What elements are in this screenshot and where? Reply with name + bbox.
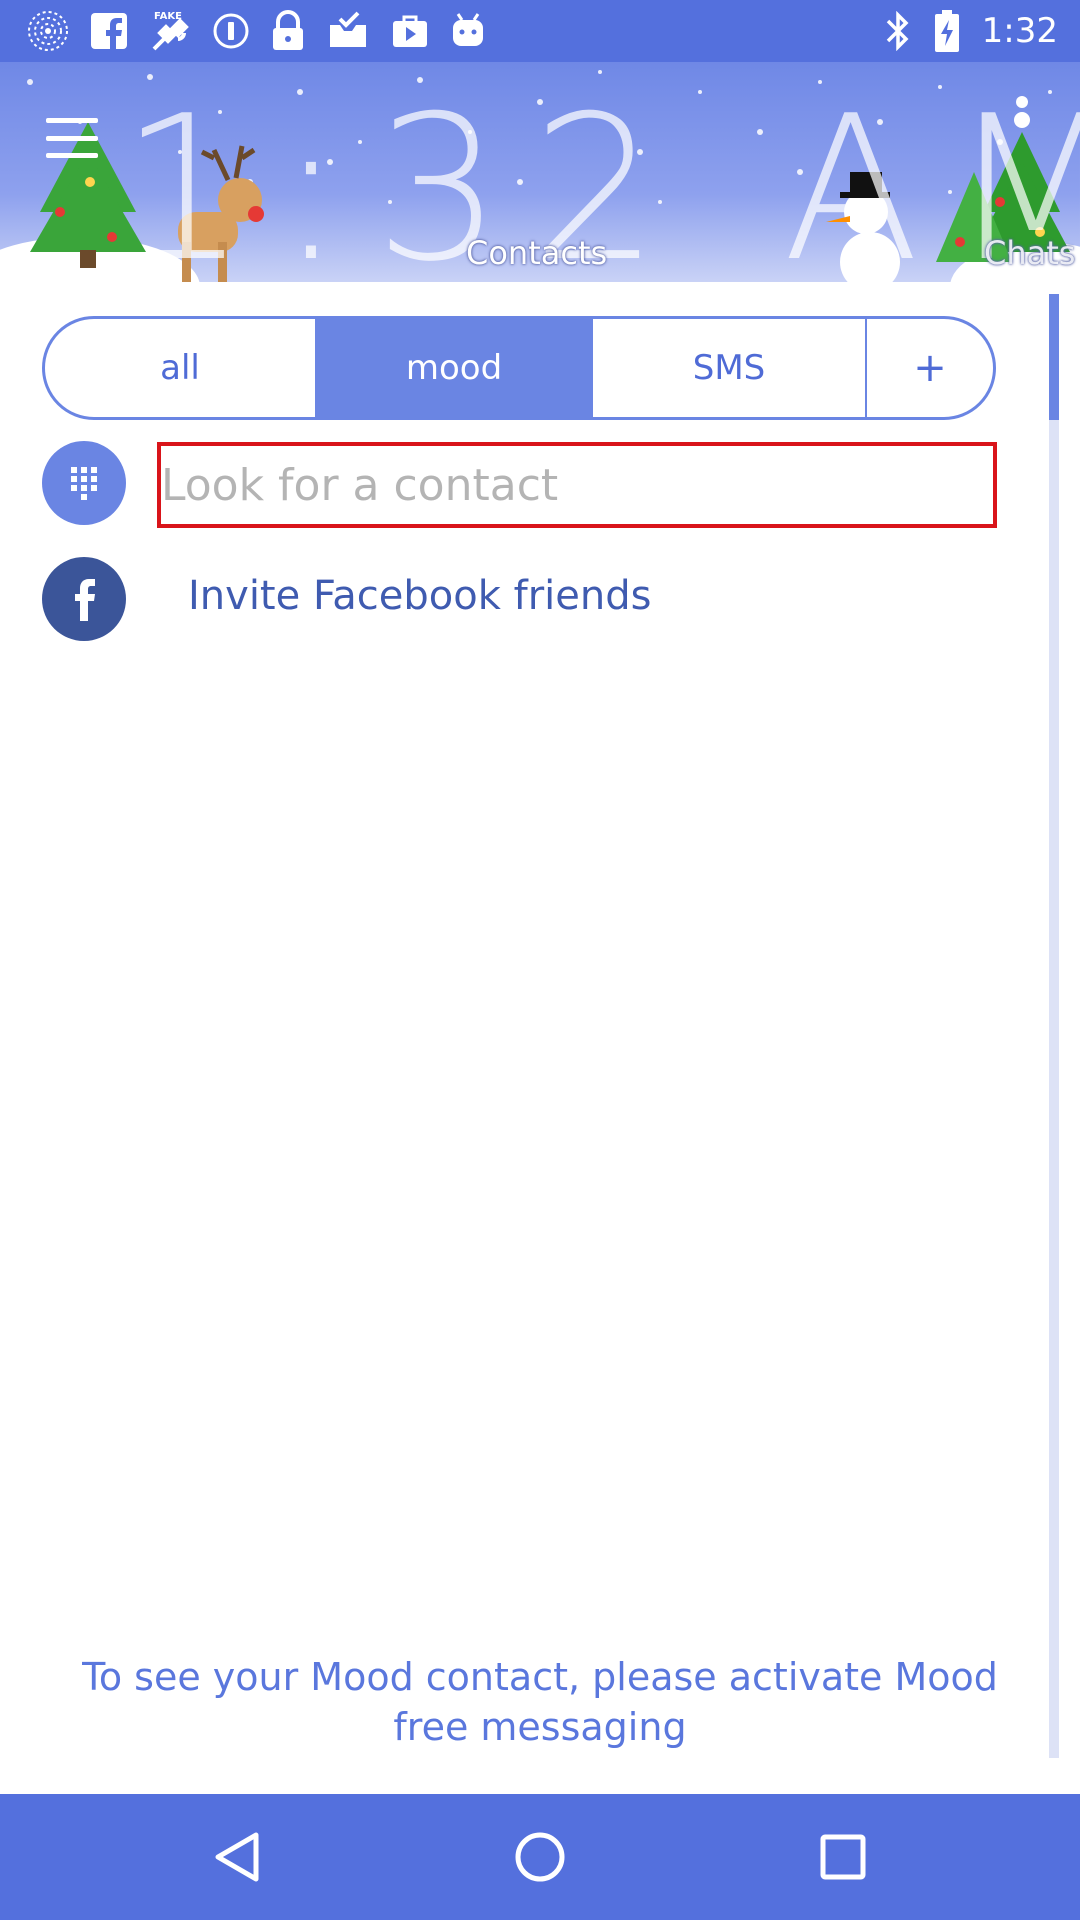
dialpad-button[interactable] — [42, 441, 126, 525]
header-banner: 1:32 AM Contacts Chats — [0, 62, 1080, 282]
facebook-f-icon — [75, 579, 95, 621]
notification-icons: FAKE — [26, 10, 486, 52]
dialpad-icon — [71, 467, 97, 500]
fake-gps-icon: FAKE — [148, 9, 192, 53]
nav-recents-button[interactable] — [810, 1824, 876, 1890]
status-bar: FAKE 1:32 — [0, 0, 1080, 62]
radio-signal-icon — [26, 9, 70, 53]
nav-home-button[interactable] — [507, 1824, 573, 1890]
tab-chats[interactable]: Chats — [984, 234, 1075, 272]
nav-back-button[interactable] — [204, 1824, 270, 1890]
tab-contacts[interactable]: Contacts — [466, 234, 607, 272]
scrollbar-thumb[interactable] — [1049, 294, 1059, 420]
navigation-bar — [0, 1794, 1080, 1920]
lock-icon — [270, 10, 306, 52]
facebook-button[interactable] — [42, 557, 126, 641]
segment-mood[interactable]: mood — [317, 319, 593, 417]
menu-button[interactable] — [46, 118, 98, 158]
android-icon — [450, 12, 486, 50]
home-circle-icon — [515, 1832, 565, 1882]
facebook-icon — [90, 12, 128, 50]
segment-all[interactable]: all — [45, 319, 317, 417]
contact-search-input[interactable] — [161, 446, 993, 524]
contact-search-box — [157, 442, 997, 528]
recents-square-icon — [820, 1834, 866, 1880]
segment-sms[interactable]: SMS — [593, 319, 867, 417]
segment-add[interactable]: + — [867, 319, 993, 417]
bluetooth-icon — [884, 11, 912, 51]
contact-filter-segments: all mood SMS + — [42, 316, 996, 420]
system-icons: 1:32 — [884, 10, 1058, 52]
inbox-icon — [326, 11, 370, 51]
back-triangle-icon — [215, 1832, 259, 1882]
info-icon — [212, 12, 250, 50]
bag-icon — [390, 11, 430, 51]
battery-charging-icon — [934, 10, 960, 52]
activate-mood-notice[interactable]: To see your Mood contact, please activat… — [40, 1652, 1040, 1752]
scrollbar-track[interactable] — [1049, 294, 1059, 1758]
invite-facebook-friends-link[interactable]: Invite Facebook friends — [188, 573, 651, 619]
status-time: 1:32 — [981, 11, 1058, 51]
